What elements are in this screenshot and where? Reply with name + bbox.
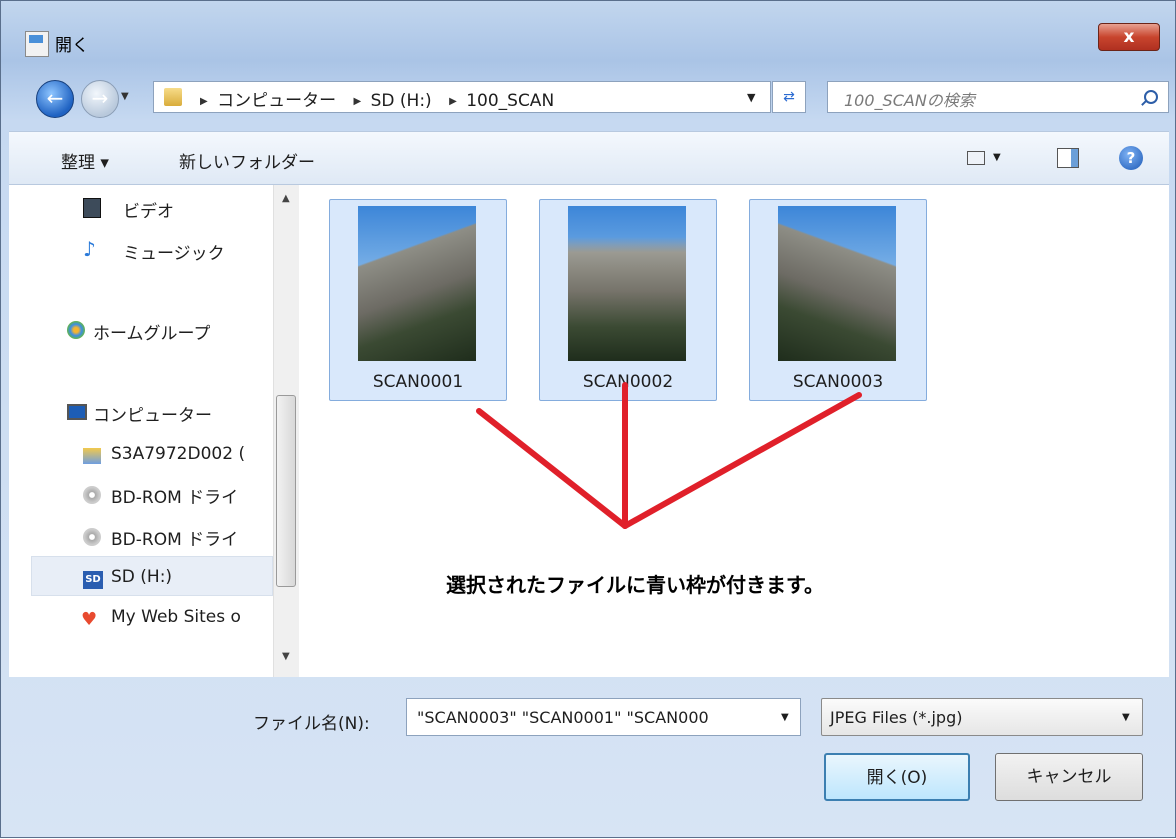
annotation-line-right [622,392,862,529]
open-file-dialog: 開く x ← → ▼ ▶ コンピューター ▶ SD (H:) ▶ 100_SCA… [0,0,1176,838]
annotation-text: 選択されたファイルに青い枠が付きます。 [446,573,824,597]
cancel-button[interactable]: キャンセル [995,753,1143,801]
filename-input[interactable]: "SCAN0003" "SCAN0001" "SCAN000 ▼ [406,698,801,736]
filename-value: "SCAN0003" "SCAN0001" "SCAN000 [417,708,709,727]
annotation-line-left [476,408,628,529]
open-button[interactable]: 開く(O) [824,753,970,801]
file-type-dropdown-icon: ▼ [1122,712,1130,723]
filename-dropdown-icon[interactable]: ▼ [781,712,789,723]
filename-label: ファイル名(N): [253,714,370,734]
file-type-value: JPEG Files (*.jpg) [830,708,963,727]
file-type-select[interactable]: JPEG Files (*.jpg) ▼ [821,698,1143,736]
